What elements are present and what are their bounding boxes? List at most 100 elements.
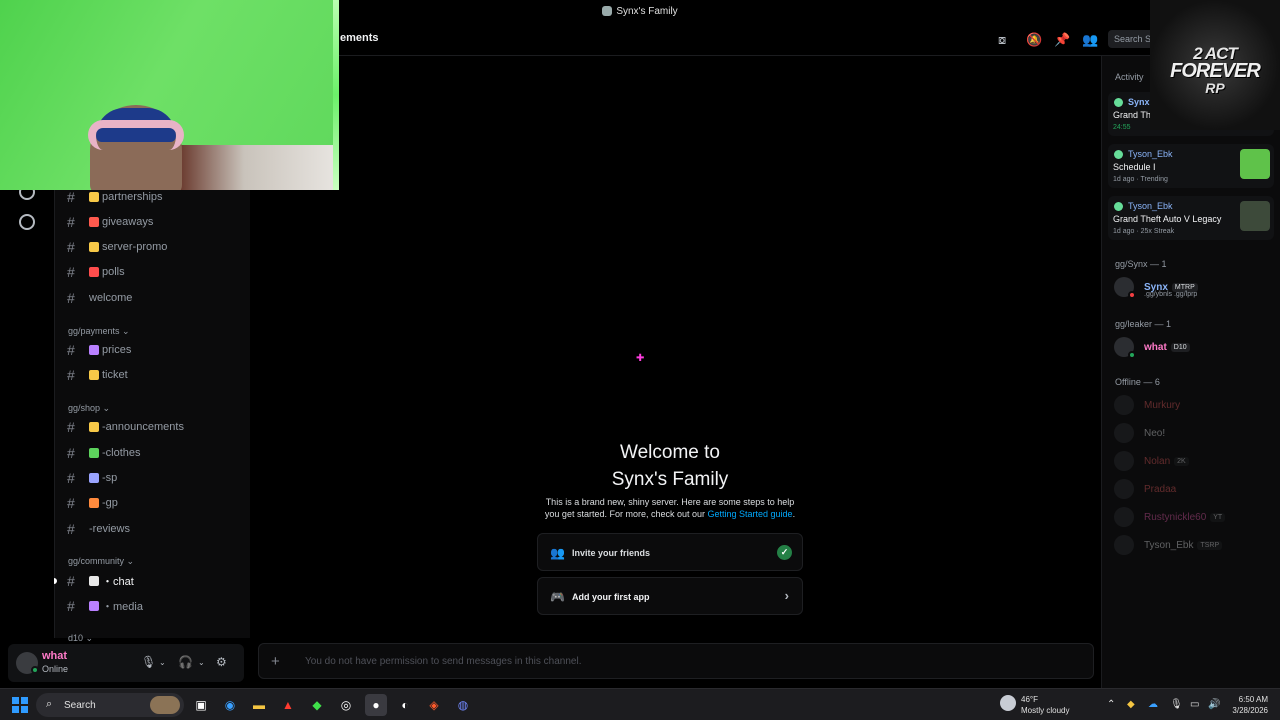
display-icon[interactable]: ▭ [1190,699,1199,710]
search-icon: ⌕ [46,698,53,710]
category-payments[interactable]: gg/payments ⌄ [68,326,130,337]
user-panel: what Online 🎙 ⌄ 🎧 ⌄ ⚙ [8,644,244,682]
chevron-right-icon: › [784,588,789,603]
app-icon[interactable]: ▲ [277,694,299,716]
username[interactable]: what [42,650,67,662]
member-name: Tyson_Ebk [1144,539,1194,551]
member-item[interactable]: what D10 [1114,335,1190,359]
discord-icon[interactable]: ◍ [452,694,474,716]
invite-friends-step[interactable]: 👥 Invite your friends ✓ [537,533,803,571]
emoji-icon [89,498,99,508]
avatar [1114,479,1134,499]
cloud-tray-icon[interactable]: ☁ [1148,699,1158,710]
channel-item[interactable]: # -clothes [67,442,141,464]
edge-icon[interactable]: ◉ [219,694,241,716]
getting-started-link[interactable]: Getting Started guide [708,509,793,519]
channel-item[interactable]: # -sp [67,467,117,489]
avatar [1114,98,1123,107]
channel-item[interactable]: # -announcements [67,416,184,438]
channel-item[interactable]: # welcome [67,287,132,309]
hash-icon: # [67,495,75,511]
emoji-icon [89,267,99,277]
app-icon[interactable]: ◐ [394,694,416,716]
discord-app: Synx's Family # partnerships # giveaways # se… [0,0,1280,688]
channel-item[interactable]: # ticket [67,364,128,386]
member-item[interactable]: Nolan 2K [1114,449,1189,473]
windows-start-icon[interactable] [12,697,28,713]
chevron-up-icon[interactable]: ⌃ [1107,699,1115,710]
member-item[interactable]: Pradaa [1114,477,1176,501]
member-item[interactable]: Synx MTRP .gg/ybnls .gg/lprp [1114,275,1198,299]
category-shop[interactable]: gg/shop ⌄ [68,403,110,414]
member-name: Nolan [1144,455,1171,467]
chevron-down-icon[interactable]: ⌄ [159,658,166,667]
channel-item[interactable]: # -reviews [67,518,130,540]
app-icon[interactable]: ◎ [335,694,357,716]
member-item[interactable]: Neo! [1114,421,1165,445]
offline-heading: Offline — 6 [1115,377,1160,387]
channel-item[interactable]: # -gp [67,492,118,514]
channel-item[interactable]: # ・chat [67,570,134,592]
emoji-icon [89,422,99,432]
hash-icon: # [67,470,75,486]
notification-bell-icon[interactable]: 🔕 [1026,32,1042,48]
microphone-icon[interactable]: 🎙 [141,655,156,669]
add-app-step[interactable]: 🎮 Add your first app › [537,577,803,615]
channel-label: -sp [102,472,118,484]
server-icon [602,6,613,16]
channel-label: -announcements [102,421,184,433]
gear-icon[interactable]: ⚙ [216,655,227,669]
pin-icon[interactable]: 📌 [1054,32,1070,48]
tray-app-icon[interactable]: ◆ [1127,699,1135,710]
windows-taskbar: ⌕ Search ▣ ◉ ▬ ▲ ◆ ◎ ● ◐ ◈ ◍ 46°F Mostly… [0,688,1280,720]
role-group-heading: gg/leaker — 1 [1115,319,1172,329]
member-item[interactable]: Murkury [1114,393,1180,417]
unread-indicator [54,578,57,584]
emoji-icon [89,473,99,483]
file-explorer-icon[interactable]: ▬ [248,694,270,716]
invite-icon: 👥 [550,546,565,560]
channel-header: ements ⧇ 🔕 📌 👥 Search S [250,22,1280,56]
activity-card[interactable]: Tyson_Ebk Grand Theft Auto V Legacy 1d a… [1108,196,1274,240]
task-view-icon[interactable]: ▣ [190,694,212,716]
emoji-icon [89,601,99,611]
channel-item[interactable]: # polls [67,261,125,283]
emoji-icon [89,217,99,227]
member-tag: YT [1210,512,1226,522]
app-icon[interactable]: ◆ [306,694,328,716]
channel-label: ・chat [102,576,134,588]
member-tag: 2K [1174,456,1189,466]
hash-icon: # [67,290,75,306]
volume-icon[interactable]: 🔊 [1208,699,1220,710]
microphone-icon[interactable]: 🎙 [1170,699,1183,710]
channel-item[interactable]: # server-promo [67,236,167,258]
member-name: Pradaa [1144,483,1177,495]
channel-label: welcome [89,292,133,304]
discover-icon[interactable] [19,214,35,230]
headphones-icon[interactable]: 🎧 [178,655,193,669]
activity-card[interactable]: Tyson_Ebk Schedule I 1d ago · Trending [1108,144,1274,188]
member-list-icon[interactable]: 👥 [1082,32,1098,48]
channel-label: ・media [102,601,143,613]
member-item[interactable]: Tyson_Ebk TSRP [1114,533,1223,557]
composer-placeholder: You do not have permission to send messa… [305,656,582,667]
obs-icon[interactable]: ● [365,694,387,716]
category-d10[interactable]: d10 ⌄ [68,633,93,644]
message-area: ✚ Welcome to Synx's Family This is a bra… [250,56,1100,638]
plus-icon: + [271,653,280,670]
avatar [1114,277,1136,299]
brave-icon[interactable]: ◈ [423,694,445,716]
avatar [1114,535,1134,555]
hash-icon: # [67,214,75,230]
taskbar-search[interactable]: ⌕ Search [36,693,184,717]
category-community[interactable]: gg/community ⌄ [68,556,134,567]
channel-item[interactable]: # giveaways [67,211,153,233]
window-title: Synx's Family [616,5,678,17]
threads-icon[interactable]: ⧇ [998,32,1006,48]
clock[interactable]: 6:50 AM 3/28/2026 [1226,694,1268,716]
channel-label: polls [102,266,125,278]
member-item[interactable]: Rustynickle60 YT [1114,505,1226,529]
channel-item[interactable]: # prices [67,339,131,361]
channel-item[interactable]: # ・media [67,595,143,617]
chevron-down-icon[interactable]: ⌄ [198,658,205,667]
